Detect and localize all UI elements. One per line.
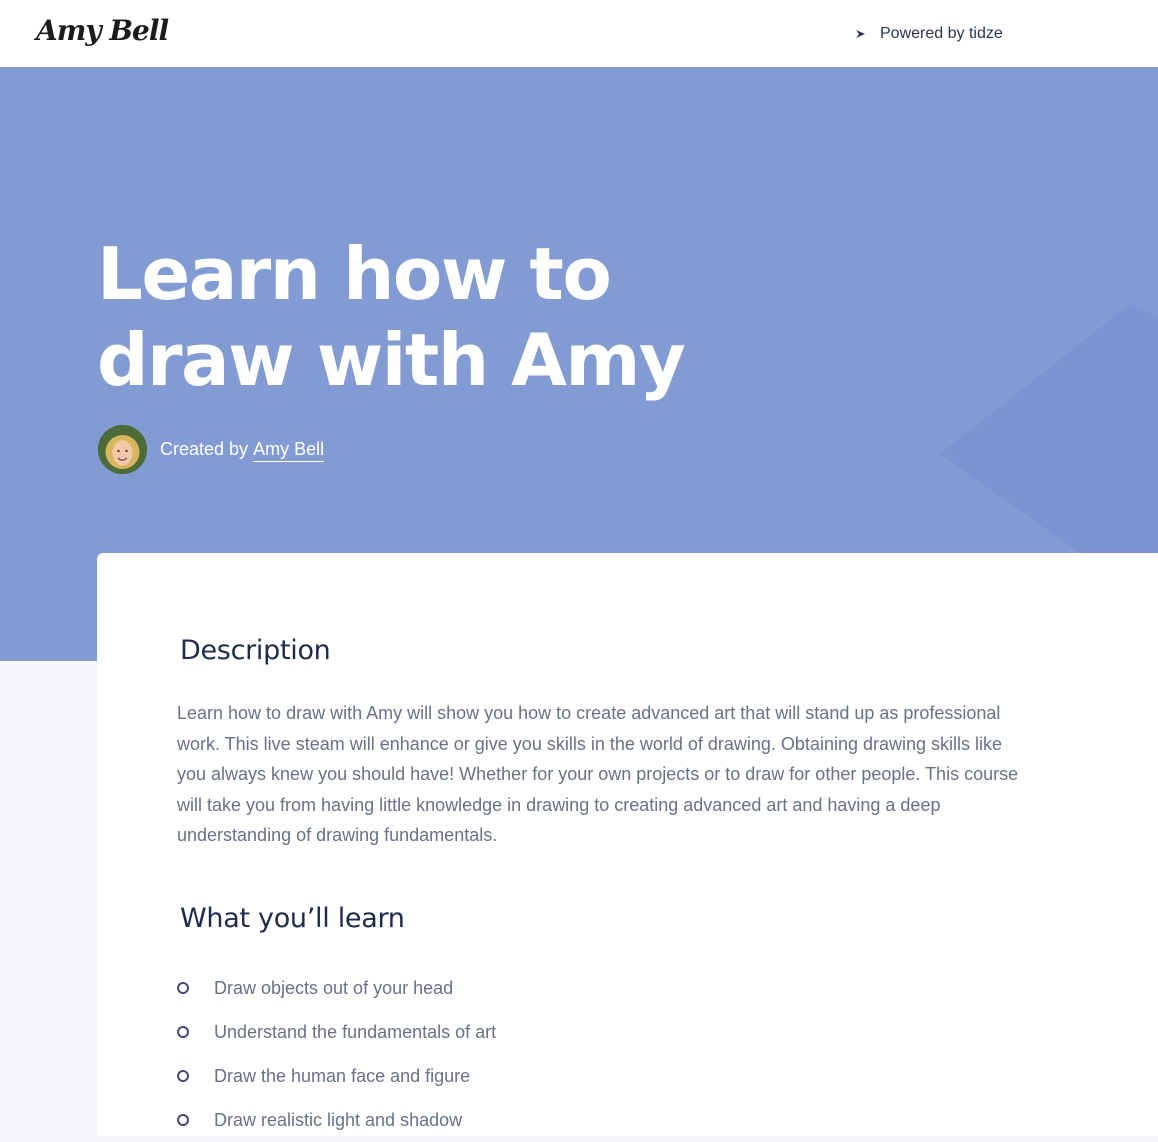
- learn-item-text: Understand the fundamentals of art: [214, 1021, 497, 1042]
- creator-name-link[interactable]: Amy Bell: [253, 439, 325, 462]
- learn-item: Draw the human face and figure: [177, 1054, 496, 1098]
- course-title-line-1: Learn how to: [97, 232, 612, 316]
- circle-bullet-icon: [177, 1070, 189, 1082]
- circle-bullet-icon: [177, 1114, 189, 1126]
- learn-list: Draw objects out of your head Understand…: [177, 966, 496, 1142]
- top-bar: Amy Bell Powered by tidze: [0, 0, 1158, 67]
- creator-avatar: [98, 425, 147, 474]
- description-text: Learn how to draw with Amy will show you…: [177, 703, 1019, 845]
- creator-info: Created by Amy Bell: [98, 425, 325, 474]
- powered-by-link[interactable]: Powered by tidze: [854, 24, 1003, 44]
- course-title: Learn how to draw with Amy: [97, 231, 797, 403]
- powered-by-text: Powered by tidze: [880, 25, 1003, 42]
- circle-bullet-icon: [177, 982, 189, 994]
- learn-item: Draw realistic light and shadow: [177, 1098, 496, 1142]
- description-heading: Description: [180, 635, 331, 666]
- learn-item: Draw objects out of your head: [177, 966, 496, 1010]
- site-logo[interactable]: Amy Bell: [36, 14, 169, 47]
- learn-item: Understand the fundamentals of art: [177, 1010, 496, 1054]
- learn-item-text: Draw realistic light and shadow: [214, 1109, 463, 1130]
- created-by-text: Created by Amy Bell: [160, 439, 325, 462]
- circle-bullet-icon: [177, 1026, 189, 1038]
- created-by-label: Created by: [160, 439, 249, 459]
- course-details-card: Description Learn how to draw with Amy w…: [97, 553, 1158, 1136]
- tidze-logo-icon: [854, 27, 868, 41]
- learn-item-text: Draw the human face and figure: [214, 1065, 471, 1086]
- course-title-line-2: draw with Amy: [97, 318, 686, 402]
- what-you-learn-heading: What you’ll learn: [180, 903, 405, 934]
- learn-item-text: Draw objects out of your head: [214, 977, 454, 998]
